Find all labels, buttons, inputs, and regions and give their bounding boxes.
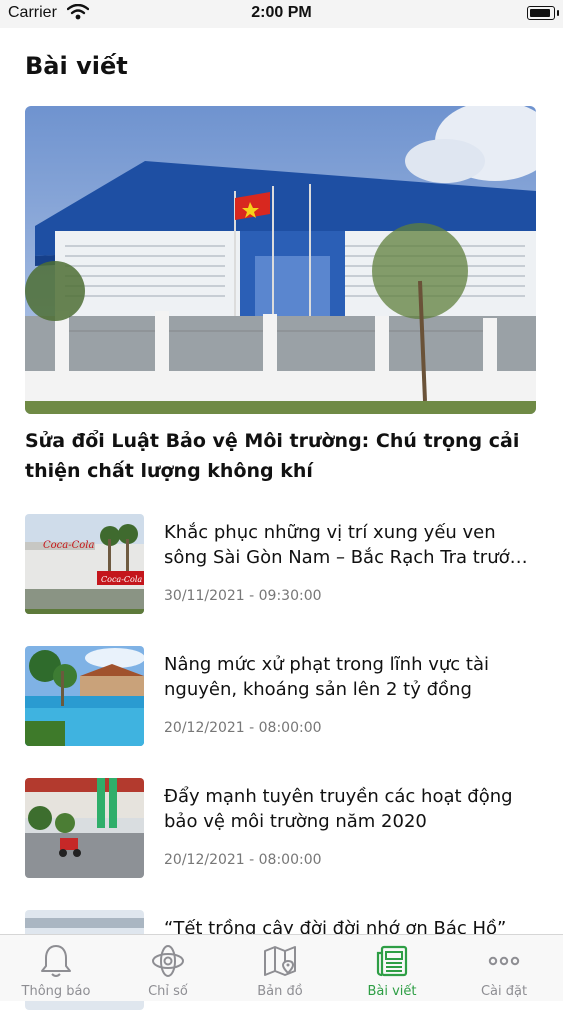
list-item[interactable]: Coca-Cola Coca-Cola Khắc phục những vị t… — [25, 514, 537, 614]
tab-label: Thông báo — [21, 984, 91, 999]
tab-bar: Thông báo Chỉ số Bản đồ Bài viết Cài đặt — [0, 934, 563, 1001]
tab-label: Bài viết — [367, 984, 417, 999]
newspaper-icon — [376, 945, 408, 977]
featured-article[interactable]: Sửa đổi Luật Bảo vệ Môi trường: Chú trọn… — [25, 106, 537, 486]
article-title[interactable]: Đẩy mạnh tuyên truyền các hoạt động bảo … — [164, 784, 536, 834]
tab-thong-bao[interactable]: Thông báo — [0, 935, 112, 1001]
svg-text:Coca-Cola: Coca-Cola — [43, 540, 94, 551]
more-icon — [488, 956, 520, 966]
map-icon — [264, 946, 296, 976]
status-bar: Carrier 2:00 PM — [0, 0, 563, 28]
list-item[interactable]: Nâng mức xử phạt trong lĩnh vực tài nguy… — [25, 646, 537, 746]
page-title: Bài viết — [25, 52, 128, 80]
tab-label: Cài đặt — [480, 984, 528, 999]
article-title[interactable]: Khắc phục những vị trí xung yếu ven sông… — [164, 520, 536, 570]
article-date: 20/12/2021 - 08:00:00 — [164, 852, 322, 868]
article-date: 30/11/2021 - 09:30:00 — [164, 588, 322, 604]
tab-bai-viet[interactable]: Bài viết — [336, 935, 448, 1001]
atom-icon — [152, 945, 184, 977]
article-date: 20/12/2021 - 08:00:00 — [164, 720, 322, 736]
bell-icon — [41, 945, 71, 977]
featured-title[interactable]: Sửa đổi Luật Bảo vệ Môi trường: Chú trọn… — [25, 426, 537, 486]
list-item[interactable]: Đẩy mạnh tuyên truyền các hoạt động bảo … — [25, 778, 537, 878]
battery-tip — [557, 10, 559, 16]
article-thumbnail[interactable] — [25, 646, 144, 746]
article-title[interactable]: Nâng mức xử phạt trong lĩnh vực tài nguy… — [164, 652, 536, 702]
tab-label: Chỉ số — [148, 984, 188, 999]
tab-chi-so[interactable]: Chỉ số — [112, 935, 224, 1001]
tab-ban-do[interactable]: Bản đồ — [224, 935, 336, 1001]
battery-icon — [527, 6, 555, 20]
featured-image[interactable] — [25, 106, 536, 414]
status-time: 2:00 PM — [251, 4, 312, 21]
tab-label: Bản đồ — [257, 984, 303, 999]
tab-cai-dat[interactable]: Cài đặt — [448, 935, 560, 1001]
article-thumbnail[interactable] — [25, 778, 144, 878]
svg-text:Coca-Cola: Coca-Cola — [101, 575, 142, 584]
article-thumbnail[interactable]: Coca-Cola Coca-Cola — [25, 514, 144, 614]
